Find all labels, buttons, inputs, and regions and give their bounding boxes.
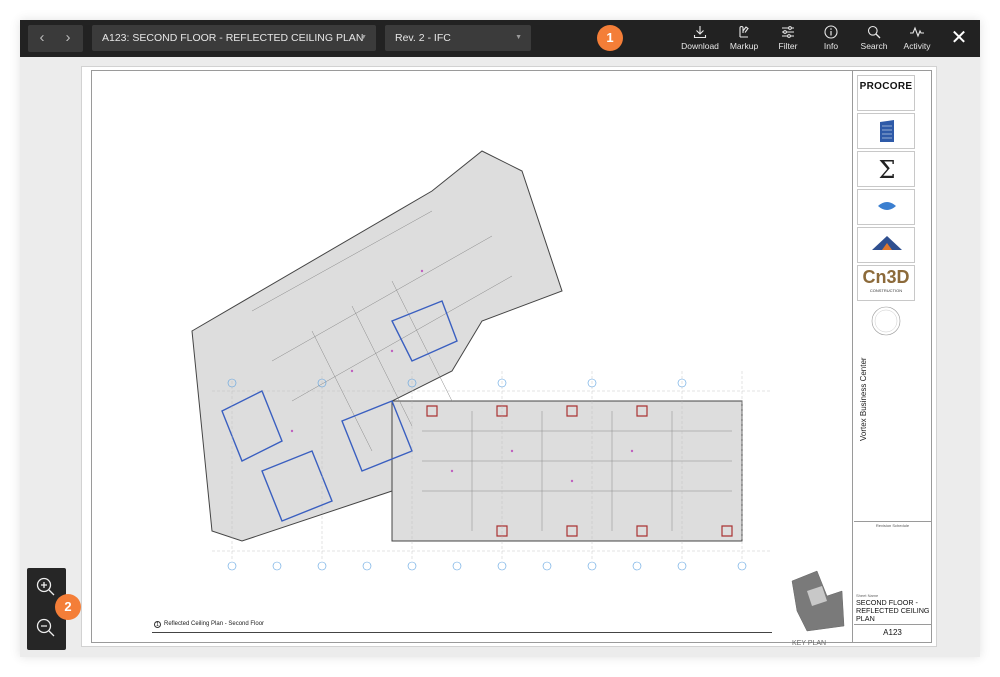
info-button[interactable]: Info: [809, 22, 853, 56]
electrical-engineer-logo: [857, 227, 915, 263]
close-button[interactable]: ✕: [946, 26, 972, 52]
markup-button[interactable]: Markup: [722, 22, 766, 56]
next-sheet-button[interactable]: ›: [55, 26, 81, 50]
zoom-out-button[interactable]: [34, 616, 58, 640]
activity-button[interactable]: Activity: [895, 22, 939, 56]
architect-logo: [857, 113, 915, 149]
activity-label: Activity: [895, 41, 939, 51]
sheet-select[interactable]: A123: SECOND FLOOR - REFLECTED CEILING P…: [92, 25, 376, 51]
sheet-select-value: A123: SECOND FLOOR - REFLECTED CEILING P…: [102, 32, 363, 44]
svg-text:Σ: Σ: [879, 156, 896, 184]
download-label: Download: [678, 41, 722, 51]
cn3d-logo-text: Cn3D: [858, 266, 914, 288]
revision-select[interactable]: Rev. 2 - IFC ▼: [385, 25, 531, 51]
seal-logo: [857, 303, 915, 339]
mechanical-engineer-logo: [857, 189, 915, 225]
procore-logo-text: PROCORE: [858, 81, 914, 92]
document-viewer: ‹ › A123: SECOND FLOOR - REFLECTED CEILI…: [20, 20, 980, 657]
drawing-border: 1 Reflected Ceiling Plan - Second Floor …: [91, 70, 932, 643]
filter-button[interactable]: Filter: [766, 22, 810, 56]
callout-badge-1: 1: [597, 25, 623, 51]
revision-schedule: Revision Schedule: [854, 521, 931, 528]
zoom-out-icon: [34, 616, 58, 640]
zoom-in-button[interactable]: [34, 575, 58, 599]
chevron-down-icon: ▼: [360, 25, 367, 51]
sheet-number: A123: [854, 624, 931, 637]
callout-badge-2: 2: [55, 594, 81, 620]
sheet-name: SECOND FLOOR - REFLECTED CEILING PLAN: [856, 599, 931, 623]
title-block: PROCORE Σ Cn3D CONSTRUCTION: [852, 71, 931, 642]
contractor-logo: Cn3D CONSTRUCTION: [857, 265, 915, 301]
filter-label: Filter: [766, 41, 810, 51]
drawing-sheet[interactable]: 1 Reflected Ceiling Plan - Second Floor …: [81, 66, 937, 647]
download-button[interactable]: Download: [678, 22, 722, 56]
search-icon: [867, 25, 881, 39]
filter-icon: [781, 25, 795, 39]
chevron-down-icon: ▼: [515, 25, 522, 51]
markup-icon: [737, 25, 751, 39]
detail-number: 1: [154, 621, 161, 628]
previous-sheet-button[interactable]: ‹: [29, 26, 55, 50]
project-name: Vortex Business Center: [859, 357, 868, 441]
caption-divider: [152, 632, 772, 633]
zoom-in-icon: [34, 575, 58, 599]
search-button[interactable]: Search: [852, 22, 896, 56]
info-label: Info: [809, 41, 853, 51]
info-icon: [824, 25, 838, 39]
revision-select-value: Rev. 2 - IFC: [395, 32, 451, 44]
floor-plan-drawing: [92, 71, 852, 642]
download-icon: [693, 25, 707, 39]
structural-engineer-logo: Σ: [857, 151, 915, 187]
drawing-caption: Reflected Ceiling Plan - Second Floor: [164, 621, 264, 627]
viewer-toolbar: ‹ › A123: SECOND FLOOR - REFLECTED CEILI…: [20, 20, 980, 57]
procore-logo: PROCORE: [857, 75, 915, 111]
activity-icon: [909, 25, 925, 39]
key-plan-label: KEY PLAN: [792, 640, 826, 647]
markup-label: Markup: [722, 41, 766, 51]
search-label: Search: [852, 41, 896, 51]
cn3d-logo-subtext: CONSTRUCTION: [858, 288, 914, 293]
